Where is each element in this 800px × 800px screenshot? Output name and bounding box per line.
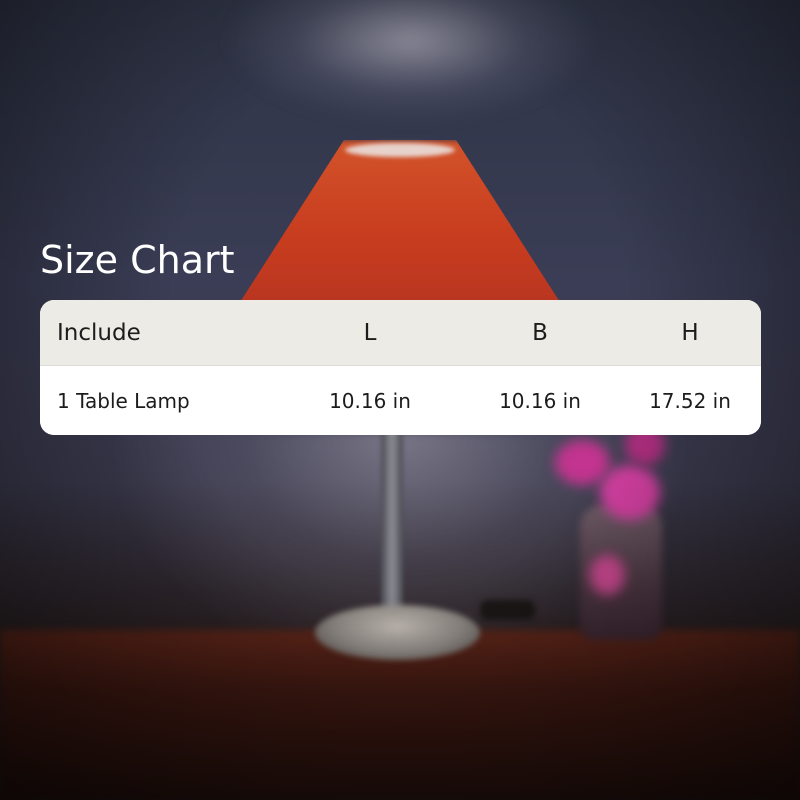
cell-height: 17.52 in (649, 388, 731, 413)
header-length: L (363, 319, 377, 346)
header-height: H (681, 319, 699, 346)
size-chart-title: Size Chart (40, 238, 235, 282)
size-chart-table: Include L B H 1 Table Lamp 10.16 in 10.1… (40, 300, 761, 435)
header-include: Include (57, 319, 141, 346)
cell-length: 10.16 in (329, 388, 411, 413)
table-header-row: Include L B H (40, 300, 761, 366)
cell-item: 1 Table Lamp (57, 388, 190, 413)
header-breadth: B (532, 319, 548, 346)
table-row: 1 Table Lamp 10.16 in 10.16 in 17.52 in (40, 366, 761, 435)
cell-breadth: 10.16 in (499, 388, 581, 413)
